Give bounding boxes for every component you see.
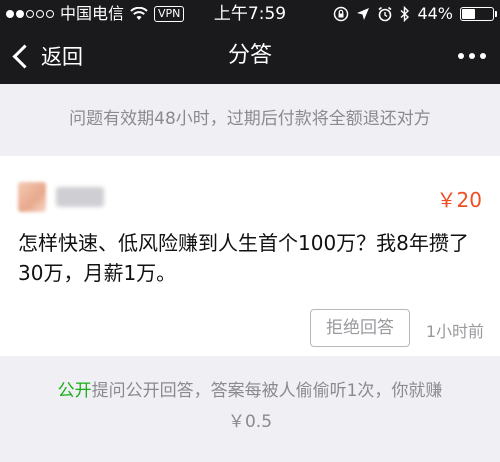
rotation-lock-icon bbox=[334, 6, 349, 22]
battery-percent: 44% bbox=[417, 4, 453, 23]
question-price: ￥20 bbox=[436, 188, 482, 212]
chevron-left-icon bbox=[12, 43, 37, 69]
asker-info bbox=[18, 182, 104, 212]
back-button[interactable]: 返回 bbox=[12, 28, 83, 84]
location-arrow-icon bbox=[357, 8, 370, 20]
question-text: 怎样快速、低风险赚到人生首个100万？我8年攒了30万，月薪1万。 bbox=[18, 231, 469, 285]
more-dots-icon bbox=[469, 53, 475, 59]
battery-level-fill bbox=[462, 9, 476, 19]
question-card: ￥20 怎样快速、低风险赚到人生首个100万？我8年攒了30万，月薪1万。 拒绝… bbox=[0, 156, 500, 356]
more-dots-icon bbox=[458, 53, 464, 59]
expiry-notice: 问题有效期48小时，过期后付款将全额退还对方 bbox=[69, 109, 431, 129]
bluetooth-icon bbox=[400, 6, 410, 22]
nav-bar: 返回 分答 bbox=[0, 28, 500, 84]
reject-answer-button[interactable]: 拒绝回答 bbox=[310, 309, 410, 347]
more-button[interactable] bbox=[458, 28, 486, 84]
public-answer-info: 公开提问公开回答，答案每被人偷偷听1次，你就赚 ￥0.5 bbox=[0, 356, 500, 434]
alarm-icon bbox=[378, 6, 392, 22]
question-timestamp: 1小时前 bbox=[425, 322, 484, 341]
earnings-amount: ￥0.5 bbox=[227, 412, 273, 432]
asker-name-blurred bbox=[56, 187, 104, 207]
back-label: 返回 bbox=[41, 45, 83, 69]
public-info-line: 公开提问公开回答，答案每被人偷偷听1次，你就赚 bbox=[0, 378, 500, 404]
battery-icon bbox=[460, 7, 497, 21]
status-bar: 中国电信 VPN 上午7:59 44% bbox=[0, 0, 500, 28]
public-info-text: 提问公开回答，答案每被人偷偷听1次，你就赚 bbox=[91, 381, 443, 401]
status-right: 44% bbox=[333, 0, 497, 28]
more-dots-icon bbox=[480, 53, 486, 59]
avatar[interactable] bbox=[18, 182, 46, 212]
app-screen: 中国电信 VPN 上午7:59 44% 返回 分答 问题有效期48小时，过期后付… bbox=[0, 0, 500, 462]
public-link[interactable]: 公开 bbox=[58, 381, 92, 401]
